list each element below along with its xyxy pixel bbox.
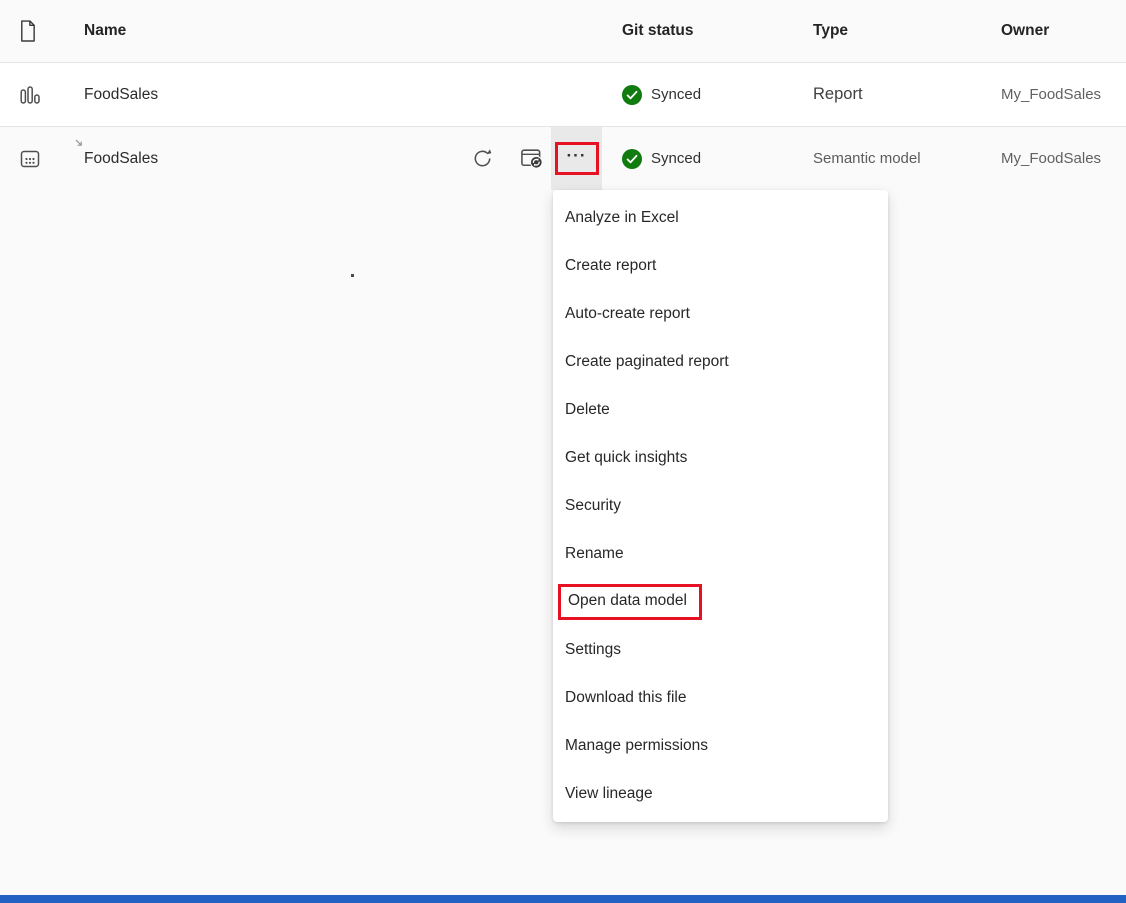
menu-item-get-quick-insights[interactable]: Get quick insights — [553, 434, 888, 482]
item-name[interactable]: FoodSales — [84, 127, 158, 190]
menu-item-view-lineage[interactable]: View lineage — [553, 770, 888, 818]
menu-item-rename[interactable]: Rename — [553, 530, 888, 578]
table-row[interactable]: FoodSales Synced Report My_FoodSales — [0, 63, 1126, 127]
item-type-column-icon — [18, 0, 37, 62]
menu-item-delete[interactable]: Delete — [553, 386, 888, 434]
bottom-bar — [0, 895, 1126, 903]
git-status-badge: Synced — [622, 85, 701, 105]
menu-item-settings[interactable]: Settings — [553, 626, 888, 674]
menu-item-download-this-file[interactable]: Download this file — [553, 674, 888, 722]
item-name[interactable]: FoodSales — [84, 63, 158, 126]
item-type: Semantic model — [813, 127, 921, 190]
document-icon — [18, 19, 37, 43]
stray-dot — [351, 274, 354, 277]
menu-item-open-data-model[interactable]: Open data model — [553, 578, 888, 626]
column-header-git-status[interactable]: Git status — [622, 0, 693, 62]
git-status-text: Synced — [651, 86, 701, 103]
more-options-cell: ··· — [551, 127, 602, 190]
git-status-text: Synced — [651, 150, 701, 167]
menu-item-create-paginated-report[interactable]: Create paginated report — [553, 338, 888, 386]
refresh-icon — [471, 147, 494, 170]
table-header: Name Git status Type Owner — [0, 0, 1126, 63]
column-header-name[interactable]: Name — [84, 0, 126, 62]
table-row[interactable]: FoodSales ··· Synced — [0, 127, 1126, 190]
menu-item-security[interactable]: Security — [553, 482, 888, 530]
item-owner: My_FoodSales — [1001, 127, 1101, 190]
column-header-owner[interactable]: Owner — [1001, 0, 1049, 62]
git-status-badge: Synced — [622, 149, 701, 169]
menu-item-analyze-in-excel[interactable]: Analyze in Excel — [553, 194, 888, 242]
semantic-model-icon — [18, 127, 42, 190]
item-owner: My_FoodSales — [1001, 63, 1101, 126]
synced-check-icon — [622, 85, 642, 105]
schedule-refresh-button[interactable] — [516, 127, 546, 190]
menu-item-create-report[interactable]: Create report — [553, 242, 888, 290]
annotation-highlight-box: Open data model — [558, 584, 702, 620]
menu-item-manage-permissions[interactable]: Manage permissions — [553, 722, 888, 770]
refresh-button[interactable] — [468, 127, 496, 190]
item-type: Report — [813, 63, 863, 126]
synced-check-icon — [622, 149, 642, 169]
menu-item-auto-create-report[interactable]: Auto-create report — [553, 290, 888, 338]
schedule-refresh-icon — [519, 146, 544, 171]
column-header-type[interactable]: Type — [813, 0, 848, 62]
report-icon — [18, 63, 42, 126]
more-options-button[interactable]: ··· — [555, 142, 599, 175]
context-menu: Analyze in Excel Create report Auto-crea… — [553, 190, 888, 822]
